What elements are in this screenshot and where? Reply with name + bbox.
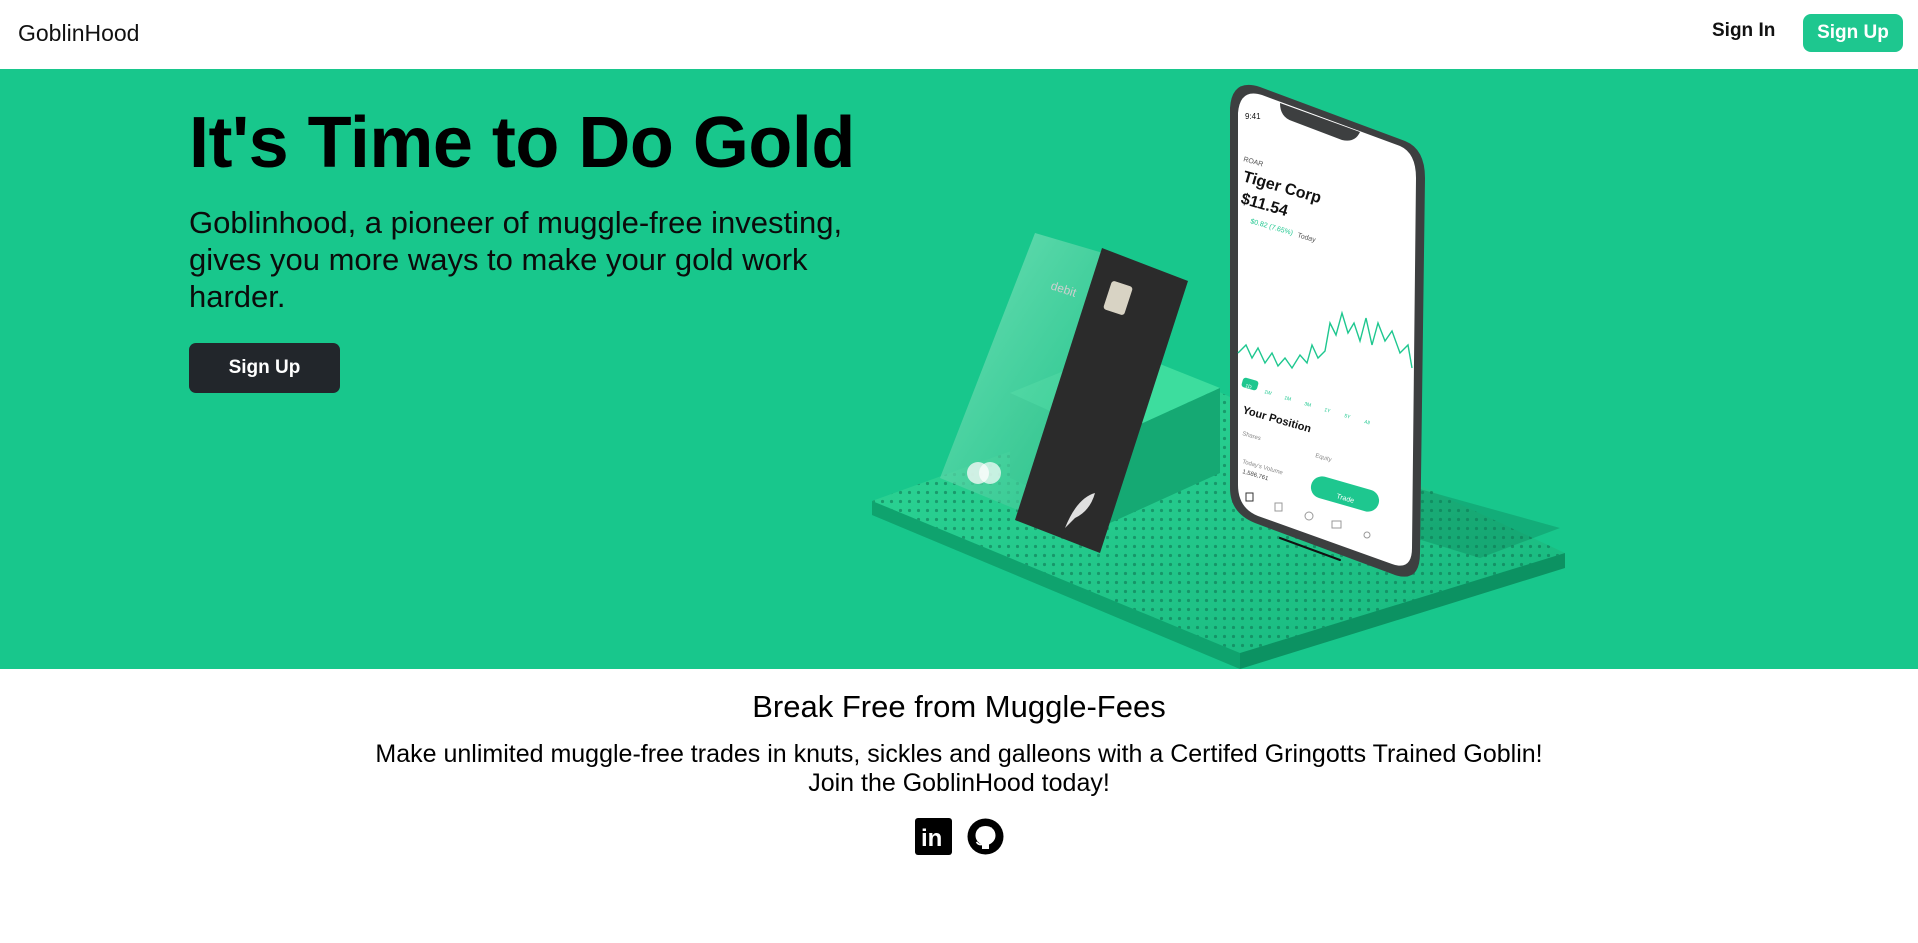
section-line-1: Make unlimited muggle-free trades in knu… — [375, 740, 1543, 768]
hero-subtitle: Goblinhood, a pioneer of muggle-free inv… — [189, 205, 843, 314]
sign-in-link[interactable]: Sign In — [1712, 20, 1775, 42]
phone-time: 9:41 — [1245, 112, 1261, 121]
hero-banner: It's Time to Do Gold Goblinhood, a pione… — [0, 69, 1918, 669]
hero-illustration: debit 9:41 ROAR Tiger Corp $11.54 $0.82 … — [872, 84, 1565, 669]
github-icon[interactable] — [967, 818, 1004, 855]
hero-title: It's Time to Do Gold — [189, 103, 855, 183]
section-title: Break Free from Muggle-Fees — [752, 689, 1166, 724]
phone-mockup: 9:41 ROAR Tiger Corp $11.54 $0.82 (7.65%… — [1230, 84, 1425, 577]
hero-sign-up-button[interactable]: Sign Up — [189, 343, 340, 393]
social-links: in — [915, 818, 1004, 855]
nav-sign-up-button[interactable]: Sign Up — [1803, 14, 1903, 52]
linkedin-icon[interactable]: in — [915, 818, 952, 855]
section-body: Make unlimited muggle-free trades in knu… — [0, 740, 1918, 798]
top-nav: GoblinHood Sign In Sign Up — [0, 0, 1918, 69]
section-line-2: Join the GoblinHood today! — [808, 769, 1110, 797]
brand-logo[interactable]: GoblinHood — [18, 20, 139, 47]
linkedin-icon-text: in — [921, 825, 942, 852]
